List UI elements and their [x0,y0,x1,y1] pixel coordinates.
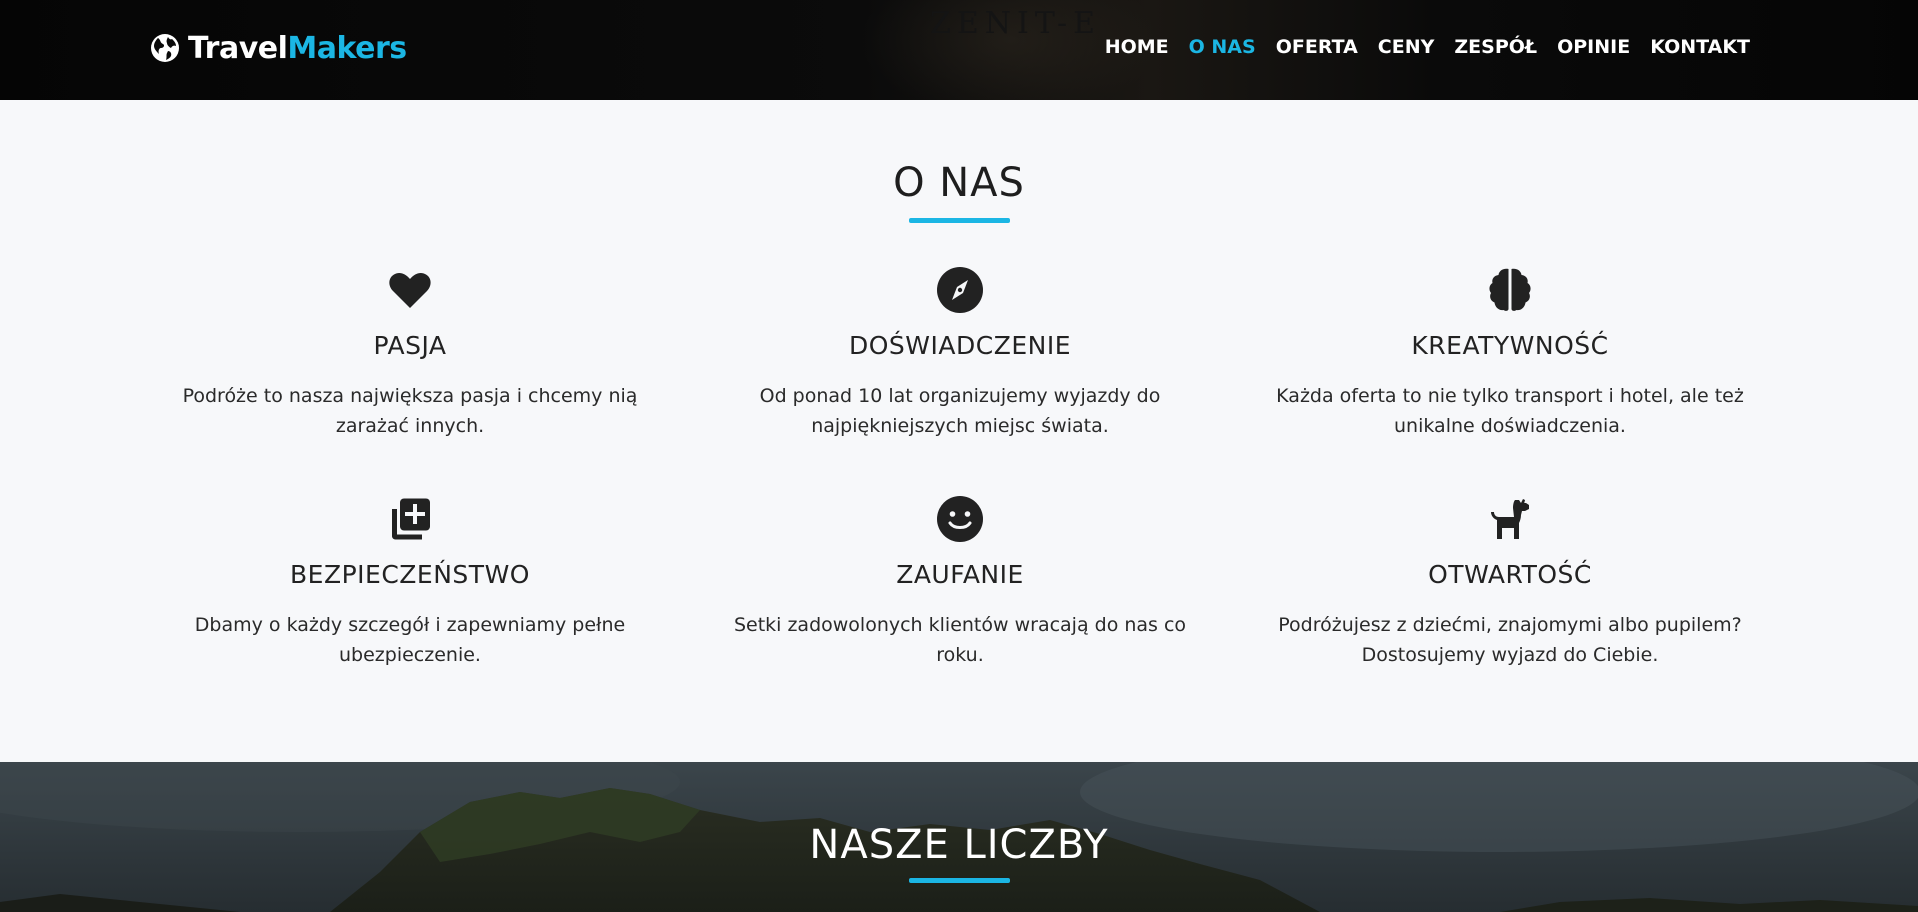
nav-kontakt[interactable]: KONTAKT [1640,34,1760,60]
nav-zespol[interactable]: ZESPÓŁ [1444,34,1547,60]
medical-plus-icon [392,498,430,540]
feature-text: Podróżujesz z dziećmi, znajomymi albo pu… [1278,614,1742,666]
feature-title: OTWARTOŚĆ [1428,560,1592,589]
heart-icon [389,273,431,308]
feature-text: Od ponad 10 lat organizujemy wyjazdy do … [759,385,1161,437]
feature-text: Dbamy o każdy szczegół i zapewniamy pełn… [194,614,626,666]
feature-title: DOŚWIADCZENIE [849,331,1071,360]
nav-oferta[interactable]: OFERTA [1266,34,1368,60]
feature-title: KREATYWNOŚĆ [1411,331,1609,360]
feature-title: BEZPIECZEŃSTWO [290,560,530,589]
nav-home[interactable]: HOME [1095,34,1179,60]
feature-title: PASJA [373,331,447,360]
title-underline [909,878,1010,883]
navbar: ZENIT-E TravelMakers HOME O NAS OFERTA C… [0,0,1918,100]
about-section: O NAS PASJA Podróże to nasza największa … [0,100,1918,762]
nav-ceny[interactable]: CENY [1368,34,1445,60]
smile-icon [937,496,983,542]
brand-logo[interactable]: TravelMakers [150,28,407,68]
brain-icon [1489,268,1531,311]
feature-text: Podróże to nasza największa pasja i chce… [182,385,638,437]
nav-opinie[interactable]: OPINIE [1547,34,1640,60]
feature-kreatywnosc: KREATYWNOŚĆ Każda oferta to nie tylko tr… [1250,265,1770,441]
feature-pasja: PASJA Podróże to nasza największa pasja … [150,265,670,441]
feature-zaufanie: ZAUFANIE Setki zadowolonych klientów wra… [700,494,1220,670]
feature-text: Setki zadowolonych klientów wracają do n… [733,614,1187,666]
feature-otwartosc: OTWARTOŚĆ Podróżujesz z dziećmi, znajomy… [1250,494,1770,670]
section-title-about: O NAS [893,160,1025,206]
compass-icon [937,267,983,313]
numbers-section: NASZE LICZBY [0,762,1918,912]
title-underline [909,218,1010,223]
feature-doswiadczenie: DOŚWIADCZENIE Od ponad 10 lat organizuje… [700,265,1220,441]
brand-name-part2: Makers [287,30,407,66]
main-nav: HOME O NAS OFERTA CENY ZESPÓŁ OPINIE KON… [1095,34,1760,60]
dog-icon [1491,499,1529,539]
feature-bezpieczenstwo: BEZPIECZEŃSTWO Dbamy o każdy szczegół i … [150,494,670,670]
feature-text: Każda oferta to nie tylko transport i ho… [1276,385,1744,437]
brand-name-part1: Travel [188,30,288,66]
globe-icon [151,34,179,62]
section-title-numbers: NASZE LICZBY [809,822,1109,868]
nav-o-nas[interactable]: O NAS [1179,34,1266,60]
header-background-text: ZENIT-E [930,6,1102,41]
brand-name: TravelMakers [188,31,407,66]
feature-title: ZAUFANIE [896,560,1024,589]
